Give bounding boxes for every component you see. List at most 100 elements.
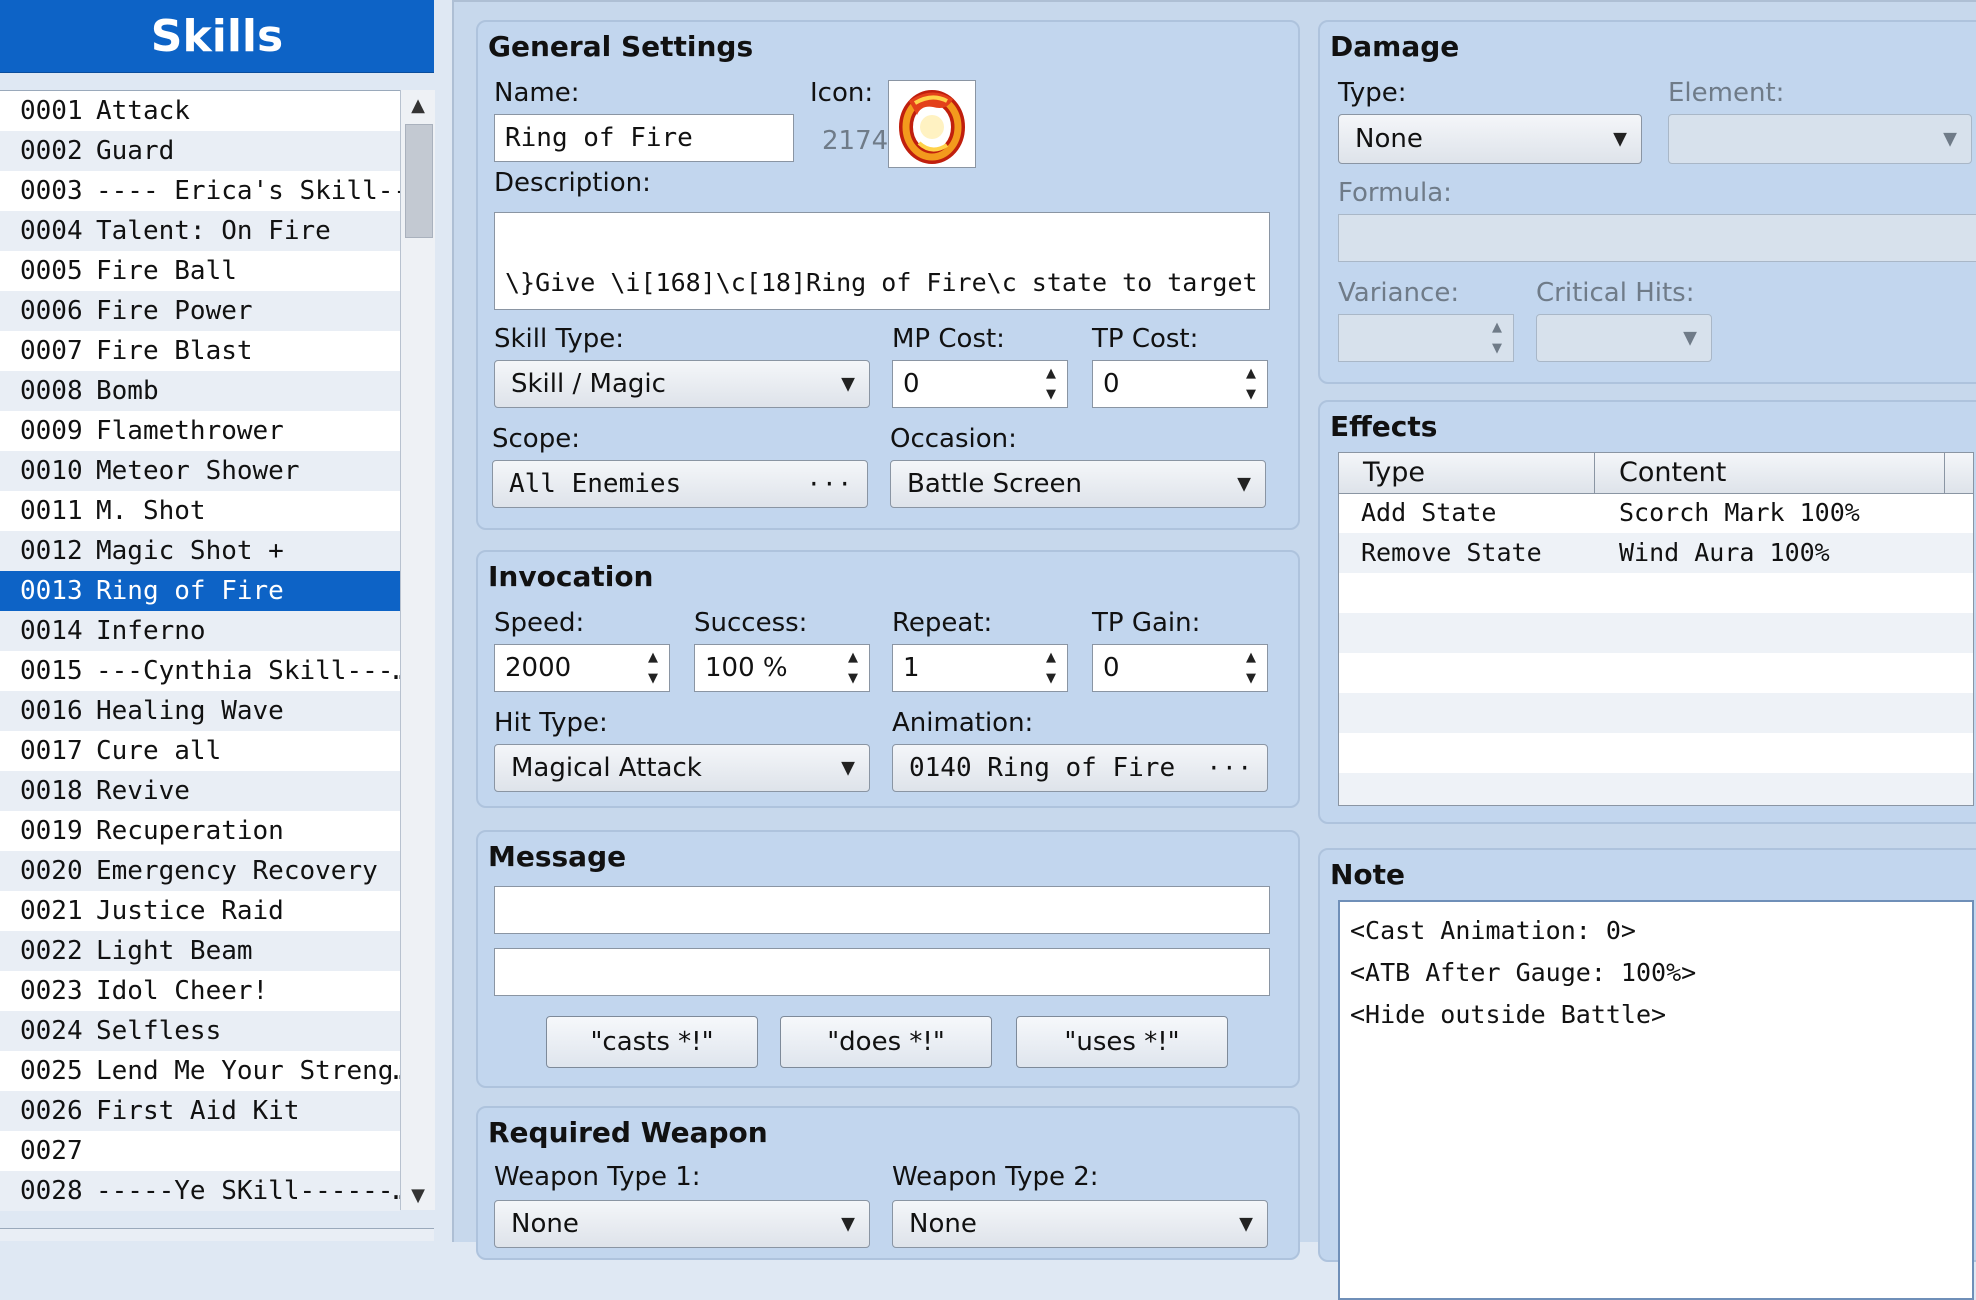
- skill-list-item[interactable]: 0020 Emergency Recovery: [0, 851, 400, 891]
- scope-picker[interactable]: All Enemies ···: [492, 460, 868, 508]
- skill-name: Attack: [96, 96, 190, 126]
- skill-list-item[interactable]: 0009 Flamethrower: [0, 411, 400, 451]
- message-line1-input[interactable]: [494, 886, 1270, 934]
- skill-list-item[interactable]: 0021 Justice Raid: [0, 891, 400, 931]
- uses-button[interactable]: "uses *!": [1016, 1016, 1228, 1068]
- effects-table-row[interactable]: [1339, 613, 1973, 653]
- speed-label: Speed:: [494, 608, 585, 638]
- repeat-stepper[interactable]: 1 ▲ ▼: [892, 644, 1068, 692]
- stepper-arrows-icon[interactable]: ▲ ▼: [1489, 317, 1505, 359]
- hit-type-value: Magical Attack: [511, 753, 702, 783]
- effects-table[interactable]: Type Content Add State Scorch Mark 100% Re…: [1338, 452, 1974, 806]
- skill-list-item[interactable]: 0001 Attack: [0, 91, 400, 131]
- element-select[interactable]: ▼: [1668, 114, 1972, 164]
- general-settings-title: General Settings: [488, 30, 754, 63]
- tp-gain-stepper[interactable]: 0 ▲ ▼: [1092, 644, 1268, 692]
- skill-name: ---- Erica's Skill---: [96, 176, 400, 206]
- skill-list-item[interactable]: 0005 Fire Ball: [0, 251, 400, 291]
- stepper-arrows-icon[interactable]: ▲ ▼: [645, 647, 661, 689]
- effects-col-content[interactable]: Content: [1595, 453, 1945, 493]
- skill-list-item[interactable]: 0027: [0, 1131, 400, 1171]
- skill-list-scrollbar[interactable]: ▲ ▼: [400, 90, 435, 1210]
- skill-list-item[interactable]: 0015 ---Cynthia Skill---…: [0, 651, 400, 691]
- effects-table-row[interactable]: [1339, 733, 1973, 773]
- damage-type-select[interactable]: None ▼: [1338, 114, 1642, 164]
- skill-list-item[interactable]: 0025 Lend Me Your Streng…: [0, 1051, 400, 1091]
- animation-label: Animation:: [892, 708, 1034, 738]
- effects-table-row[interactable]: Remove State Wind Aura 100%: [1339, 533, 1973, 573]
- scroll-down-icon[interactable]: ▼: [401, 1180, 435, 1210]
- skill-id: 0022: [20, 936, 83, 966]
- skill-list-item[interactable]: 0026 First Aid Kit: [0, 1091, 400, 1131]
- skill-list-item[interactable]: 0011 M. Shot: [0, 491, 400, 531]
- hit-type-select[interactable]: Magical Attack ▼: [494, 744, 870, 792]
- skill-list[interactable]: 0001 Attack 0002 Guard 0003 ---- Erica's Skil…: [0, 90, 400, 1211]
- skill-list-item[interactable]: 0003 ---- Erica's Skill---: [0, 171, 400, 211]
- skill-list-item[interactable]: 0028 -----Ye SKill------…: [0, 1171, 400, 1211]
- skill-list-item[interactable]: 0023 Idol Cheer!: [0, 971, 400, 1011]
- skill-name: Magic Shot +: [96, 536, 284, 566]
- effects-table-row[interactable]: [1339, 653, 1973, 693]
- skill-name: Flamethrower: [96, 416, 284, 446]
- skill-editor: General Settings Name: Ring of Fire Icon…: [452, 0, 1976, 1300]
- speed-stepper[interactable]: 2000 ▲ ▼: [494, 644, 670, 692]
- skill-id: 0019: [20, 816, 83, 846]
- casts-button[interactable]: "casts *!": [546, 1016, 758, 1068]
- tp-cost-value: 0: [1103, 369, 1120, 399]
- skill-list-item[interactable]: 0008 Bomb: [0, 371, 400, 411]
- scroll-up-icon[interactable]: ▲: [401, 90, 435, 120]
- name-input[interactable]: Ring of Fire: [494, 114, 794, 162]
- effects-table-row[interactable]: Add State Scorch Mark 100%: [1339, 493, 1973, 533]
- formula-input[interactable]: [1338, 214, 1976, 262]
- does-button[interactable]: "does *!": [780, 1016, 992, 1068]
- stepper-arrows-icon[interactable]: ▲ ▼: [1043, 647, 1059, 689]
- skill-list-item[interactable]: 0007 Fire Blast: [0, 331, 400, 371]
- variance-stepper[interactable]: ▲ ▼: [1338, 314, 1514, 362]
- occasion-value: Battle Screen: [907, 469, 1083, 499]
- effects-table-row[interactable]: [1339, 693, 1973, 733]
- skill-list-item[interactable]: 0018 Revive: [0, 771, 400, 811]
- skill-list-item[interactable]: 0013 Ring of Fire: [0, 571, 400, 611]
- mp-cost-stepper[interactable]: 0 ▲ ▼: [892, 360, 1068, 408]
- skill-list-item[interactable]: 0024 Selfless: [0, 1011, 400, 1051]
- animation-picker[interactable]: 0140 Ring of Fire ···: [892, 744, 1268, 792]
- skill-list-item[interactable]: 0016 Healing Wave: [0, 691, 400, 731]
- skill-list-item[interactable]: 0022 Light Beam: [0, 931, 400, 971]
- skill-type-select[interactable]: Skill / Magic ▼: [494, 360, 870, 408]
- stepper-arrows-icon[interactable]: ▲ ▼: [1243, 363, 1259, 405]
- stepper-arrows-icon[interactable]: ▲ ▼: [845, 647, 861, 689]
- note-textarea[interactable]: <Cast Animation: 0> <ATB After Gauge: 10…: [1338, 900, 1974, 1300]
- mp-cost-value: 0: [903, 369, 920, 399]
- tp-cost-stepper[interactable]: 0 ▲ ▼: [1092, 360, 1268, 408]
- effects-table-row[interactable]: [1339, 573, 1973, 613]
- scroll-thumb[interactable]: [405, 124, 433, 238]
- skill-name: Revive: [96, 776, 190, 806]
- skill-list-item[interactable]: 0010 Meteor Shower: [0, 451, 400, 491]
- weapon-type2-select[interactable]: None ▼: [892, 1200, 1268, 1248]
- skill-list-item[interactable]: 0004 Talent: On Fire: [0, 211, 400, 251]
- success-stepper[interactable]: 100 % ▲ ▼: [694, 644, 870, 692]
- skill-id: 0002: [20, 136, 83, 166]
- invocation-group: Invocation Speed: 2000 ▲ ▼ Success: 100 %…: [476, 550, 1300, 808]
- skill-list-item[interactable]: 0014 Inferno: [0, 611, 400, 651]
- skill-list-item[interactable]: 0017 Cure all: [0, 731, 400, 771]
- skill-id: 0026: [20, 1096, 83, 1126]
- occasion-select[interactable]: Battle Screen ▼: [890, 460, 1266, 508]
- skill-list-item[interactable]: 0012 Magic Shot +: [0, 531, 400, 571]
- weapon-type1-select[interactable]: None ▼: [494, 1200, 870, 1248]
- description-label: Description:: [494, 168, 651, 198]
- note-line: <Cast Animation: 0>: [1350, 916, 1636, 945]
- skill-list-item[interactable]: 0019 Recuperation: [0, 811, 400, 851]
- critical-hits-select[interactable]: ▼: [1536, 314, 1712, 362]
- effects-col-type[interactable]: Type: [1339, 453, 1595, 493]
- effects-table-row[interactable]: [1339, 773, 1973, 805]
- stepper-arrows-icon[interactable]: ▲ ▼: [1243, 647, 1259, 689]
- fire-ring-icon: [889, 81, 975, 167]
- message-line2-input[interactable]: [494, 948, 1270, 996]
- description-input[interactable]: \}Give \i[168]\c[18]Ring of Fire\c state…: [494, 212, 1270, 310]
- skill-icon-picker[interactable]: [888, 80, 976, 168]
- skill-id: 0027: [20, 1136, 83, 1166]
- skill-list-item[interactable]: 0002 Guard: [0, 131, 400, 171]
- skill-list-item[interactable]: 0006 Fire Power: [0, 291, 400, 331]
- stepper-arrows-icon[interactable]: ▲ ▼: [1043, 363, 1059, 405]
